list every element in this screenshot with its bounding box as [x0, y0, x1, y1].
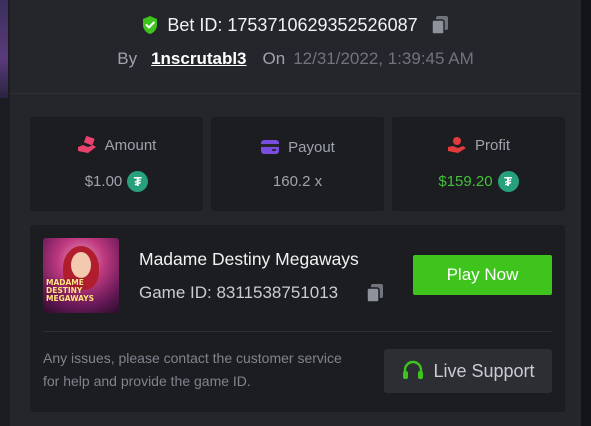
background-banner-strip — [0, 0, 8, 98]
stat-profit: Profit $159.20 ₮ — [392, 117, 565, 211]
wallet-icon — [261, 140, 280, 154]
stat-profit-value: $159.20 — [438, 173, 493, 190]
support-notice: Any issues, please contact the customer … — [43, 350, 342, 389]
game-card: MADAME DESTINY MEGAWAYS Madame Destiny M… — [30, 225, 565, 412]
live-support-button[interactable]: Live Support — [384, 349, 552, 393]
live-support-label: Live Support — [433, 360, 535, 381]
header-divider — [10, 93, 581, 94]
thumbnail-face — [71, 252, 91, 278]
play-now-button[interactable]: Play Now — [413, 255, 552, 295]
copy-icon[interactable] — [430, 14, 450, 36]
stat-profit-value-row: $159.20 ₮ — [438, 171, 519, 192]
game-id-row: Game ID: 8311538751013 — [139, 282, 385, 304]
bet-details-modal: Bet ID: 1753710629352526087 By 1nscrutab… — [10, 0, 581, 426]
tether-coin-icon: ₮ — [127, 171, 149, 192]
by-label: By — [117, 49, 138, 68]
bet-id-text: Bet ID: 1753710629352526087 — [167, 14, 418, 35]
stat-payout-value-row: 160.2 x — [273, 173, 322, 190]
game-thumbnail[interactable]: MADAME DESTINY MEGAWAYS — [43, 238, 119, 313]
stat-payout-label: Payout — [288, 138, 335, 156]
shield-check-icon — [143, 16, 158, 34]
bet-id-row: Bet ID: 1753710629352526087 — [10, 14, 581, 36]
bet-datetime: 12/31/2022, 1:39:45 AM — [293, 49, 474, 68]
stat-amount-header: Amount — [77, 136, 157, 154]
hand-heart-icon — [447, 137, 466, 153]
on-label: On — [262, 49, 286, 68]
hand-money-icon — [77, 136, 96, 153]
stat-profit-label: Profit — [474, 136, 510, 154]
thumbnail-title: MADAME DESTINY MEGAWAYS — [46, 278, 95, 303]
stat-profit-header: Profit — [447, 136, 510, 154]
bet-meta-row: By 1nscrutabl3 On 12/31/2022, 1:39:45 AM — [10, 49, 581, 69]
background-page — [0, 0, 10, 426]
stat-payout-header: Payout — [260, 138, 335, 156]
stat-amount-value-row: $1.00 ₮ — [85, 171, 149, 192]
tether-coin-icon: ₮ — [497, 171, 519, 192]
stats-row: Amount $1.00 ₮ Payout 160.2 x Profit $15… — [30, 117, 565, 211]
game-title: Madame Destiny Megaways — [139, 249, 359, 269]
copy-icon[interactable] — [365, 282, 385, 304]
card-divider — [43, 331, 552, 332]
stat-payout-value: 160.2 x — [272, 173, 323, 190]
stat-amount-value: $1.00 — [84, 173, 123, 190]
username-link[interactable]: 1nscrutabl3 — [151, 49, 246, 69]
stat-amount-label: Amount — [104, 136, 157, 154]
headset-icon — [403, 360, 424, 379]
game-id-text: Game ID: 8311538751013 — [139, 283, 339, 302]
stat-payout: Payout 160.2 x — [211, 117, 384, 211]
stat-amount: Amount $1.00 ₮ — [30, 117, 203, 211]
